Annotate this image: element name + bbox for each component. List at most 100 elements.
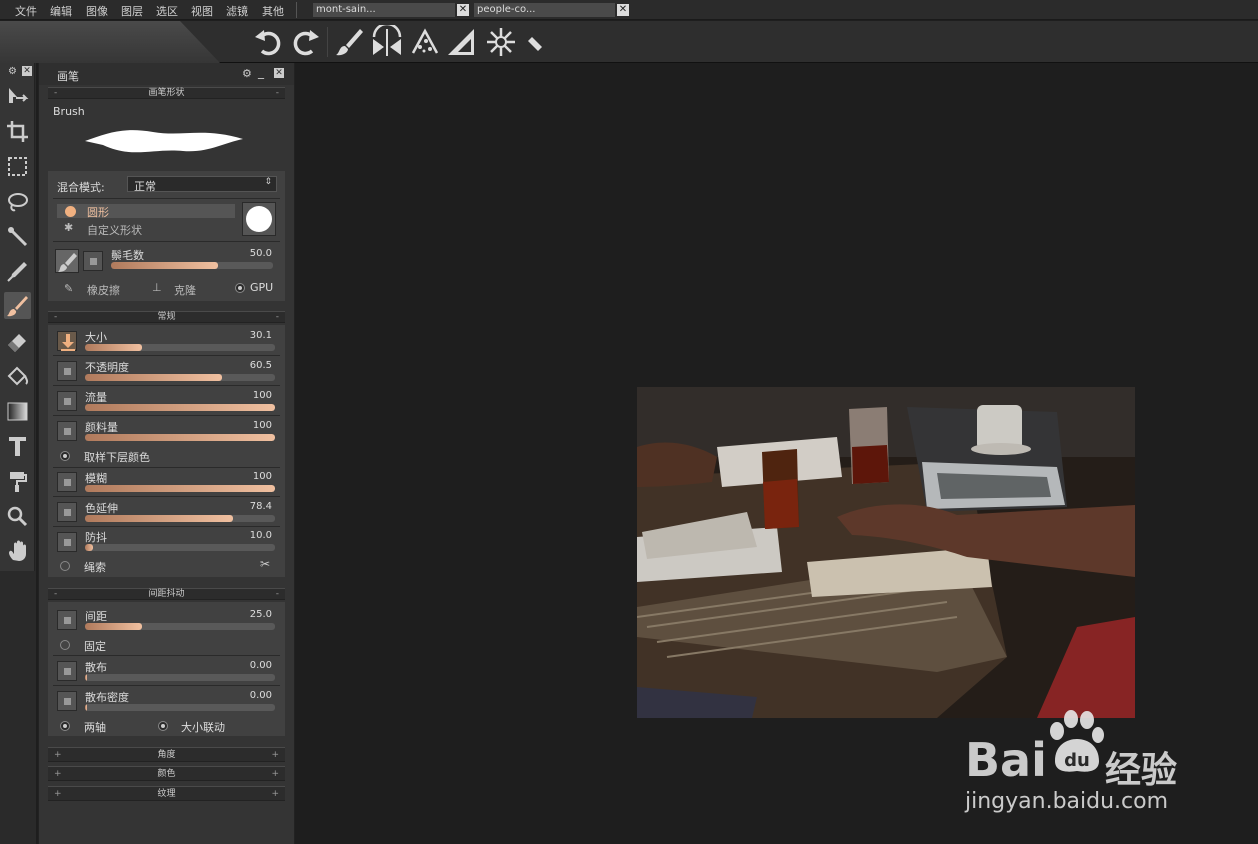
- divider: [53, 496, 280, 497]
- section-color[interactable]: 颜色 + +: [48, 766, 285, 781]
- magic-wand-icon[interactable]: [4, 223, 31, 250]
- text-icon[interactable]: [4, 433, 31, 460]
- hand-icon[interactable]: [4, 538, 31, 565]
- menu-edit[interactable]: 编辑: [50, 3, 72, 19]
- brush-tool-icon[interactable]: [4, 292, 31, 319]
- panel-close-icon[interactable]: ✕: [274, 68, 284, 78]
- particles-icon[interactable]: [408, 25, 442, 59]
- redo-icon[interactable]: [288, 25, 322, 59]
- section-angle[interactable]: 角度 + +: [48, 747, 285, 762]
- general-box: 大小 30.1 不透明度 60.5 流量 100 颜料量 100 取样下层颜色 …: [48, 325, 285, 577]
- close-icon[interactable]: ✕: [22, 66, 32, 76]
- sample-layer-radio[interactable]: [60, 451, 70, 461]
- blur-toggle[interactable]: [57, 472, 77, 492]
- paint-amount-toggle[interactable]: [57, 421, 77, 441]
- blur-slider[interactable]: [85, 485, 275, 492]
- panel-settings-icon[interactable]: ⚙: [242, 67, 252, 80]
- slider-fill: [85, 704, 87, 711]
- size-pressure-icon[interactable]: [57, 331, 77, 351]
- settings-icon[interactable]: ⚙: [8, 66, 17, 77]
- tab-close-icon[interactable]: ✕: [457, 4, 469, 16]
- ruler-triangle-icon[interactable]: [444, 25, 478, 59]
- brush-icon[interactable]: [332, 25, 366, 59]
- both-axes-radio[interactable]: [60, 721, 70, 731]
- menu-image[interactable]: 图像: [86, 3, 108, 19]
- clone-mode-label[interactable]: 克隆: [174, 282, 196, 298]
- move-icon[interactable]: [4, 83, 31, 110]
- crop-icon[interactable]: [4, 118, 31, 145]
- bristles-slider[interactable]: [111, 262, 273, 269]
- gpu-label: GPU: [250, 281, 274, 294]
- canvas-image[interactable]: [637, 387, 1135, 718]
- app-window: 文件 编辑 图像 图层 选区 视图 滤镜 其他 mont-sain... ✕ p…: [0, 0, 1258, 844]
- snowflake-icon[interactable]: [484, 25, 518, 59]
- shape-round-option[interactable]: [57, 204, 235, 218]
- collapse-icon: -: [275, 88, 279, 98]
- spacing-toggle[interactable]: [57, 610, 77, 630]
- menu-layer[interactable]: 图层: [121, 3, 143, 19]
- document-tab[interactable]: people-co...: [474, 3, 615, 17]
- scatter-density-toggle[interactable]: [57, 691, 77, 711]
- fill-bucket-icon[interactable]: [4, 363, 31, 390]
- scatter-toggle[interactable]: [57, 661, 77, 681]
- menu-other[interactable]: 其他: [262, 3, 284, 19]
- color-extend-toggle[interactable]: [57, 502, 77, 522]
- gpu-radio[interactable]: [235, 283, 245, 293]
- paint-roller-icon[interactable]: [4, 468, 31, 495]
- fixed-radio[interactable]: [60, 640, 70, 650]
- blend-mode-value: 正常: [134, 180, 156, 193]
- brush-tip-preview[interactable]: [242, 202, 276, 236]
- zoom-icon[interactable]: [4, 503, 31, 530]
- stabilizer-toggle[interactable]: [57, 532, 77, 552]
- spacing-slider[interactable]: [85, 623, 275, 630]
- opacity-slider[interactable]: [85, 374, 275, 381]
- section-brush-shape[interactable]: 画笔形状 - -: [48, 87, 285, 99]
- section-texture[interactable]: 纹理 + +: [48, 786, 285, 801]
- slider-fill: [85, 344, 142, 351]
- flow-toggle[interactable]: [57, 391, 77, 411]
- size-link-radio[interactable]: [158, 721, 168, 731]
- panel-minimize-icon[interactable]: _: [258, 65, 264, 79]
- menu-file[interactable]: 文件: [15, 3, 37, 19]
- document-tab[interactable]: mont-sain...: [313, 3, 455, 17]
- lasso-icon[interactable]: [4, 188, 31, 215]
- color-extend-slider[interactable]: [85, 515, 275, 522]
- stabilizer-slider[interactable]: [85, 544, 275, 551]
- section-general[interactable]: 常规 - -: [48, 311, 285, 323]
- brush-options-box: 混合模式: 正常 ⇕ 圆形 ✱ 自定义形状 鬃毛数 50.0 ✎ 橡皮擦 ⊥ 克…: [48, 171, 285, 301]
- menu-view[interactable]: 视图: [191, 3, 213, 19]
- eyedropper-icon[interactable]: [4, 258, 31, 285]
- menu-filter[interactable]: 滤镜: [226, 3, 248, 19]
- brush-stroke-preview[interactable]: [83, 119, 247, 161]
- small-ruler-icon[interactable]: [518, 25, 552, 59]
- slider-fill: [85, 544, 93, 551]
- bristle-brush-icon[interactable]: [55, 249, 79, 273]
- collapse-icon: -: [54, 589, 58, 599]
- symmetry-icon[interactable]: [370, 22, 404, 59]
- watermark-url: jingyan.baidu.com: [965, 789, 1169, 814]
- section-spacing-jitter[interactable]: 间距抖动 - -: [48, 588, 285, 600]
- shape-custom-label[interactable]: 自定义形状: [87, 222, 142, 238]
- circle-shape-icon: [65, 206, 76, 217]
- undo-icon[interactable]: [252, 25, 286, 59]
- stabilizer-label: 防抖: [85, 531, 107, 544]
- slider-fill: [111, 262, 218, 269]
- size-slider[interactable]: [85, 344, 275, 351]
- flow-slider[interactable]: [85, 404, 275, 411]
- blur-value: 100: [252, 471, 272, 482]
- eraser-mode-label[interactable]: 橡皮擦: [87, 282, 120, 298]
- blend-mode-select[interactable]: 正常 ⇕: [127, 176, 277, 193]
- bristle-toggle[interactable]: [83, 251, 103, 271]
- rope-radio[interactable]: [60, 561, 70, 571]
- eraser-icon[interactable]: [4, 328, 31, 355]
- divider: [53, 241, 280, 242]
- tab-close-icon[interactable]: ✕: [617, 4, 629, 16]
- opacity-toggle[interactable]: [57, 361, 77, 381]
- rect-select-icon[interactable]: [4, 153, 31, 180]
- gradient-icon[interactable]: [4, 398, 31, 425]
- menu-select[interactable]: 选区: [156, 3, 178, 19]
- wrench-icon[interactable]: ✂: [260, 557, 270, 571]
- paint-amount-slider[interactable]: [85, 434, 275, 441]
- scatter-slider[interactable]: [85, 674, 275, 681]
- scatter-density-slider[interactable]: [85, 704, 275, 711]
